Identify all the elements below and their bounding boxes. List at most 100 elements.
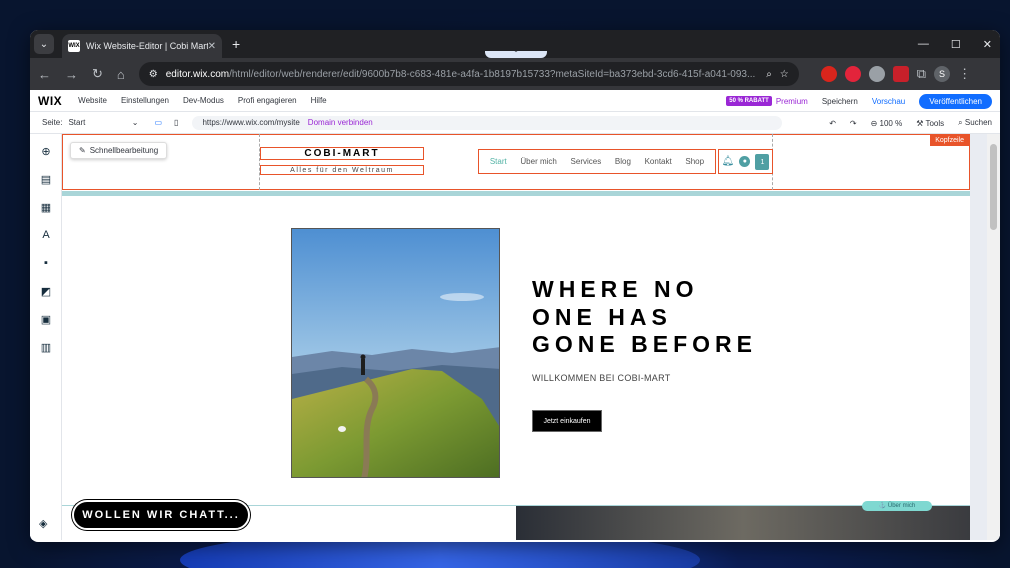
editor-area: ⊕ ▤ ▦ A ▪ ◩ ▣ ▥ ◈ Kopfzeile ✎ Schnellbea… (30, 134, 1000, 540)
add-section-icon[interactable]: ▤ (39, 172, 53, 186)
premium-link[interactable]: Premium (776, 97, 808, 106)
chat-button[interactable]: WOLLEN WIR CHATT... (72, 500, 250, 530)
menu-hilfe[interactable]: Hilfe (311, 96, 327, 105)
add-element-icon[interactable]: ⊕ (39, 144, 53, 158)
address-url: editor.wix.com/html/editor/web/renderer/… (165, 68, 756, 80)
wix-logo[interactable]: WIX (38, 94, 62, 108)
page-selector-value: Start (68, 118, 86, 127)
wix-favicon-icon: WIX (68, 40, 80, 52)
address-bar[interactable]: ⚙ editor.wix.com/html/editor/web/rendere… (138, 62, 799, 86)
grid-guide-left (259, 134, 260, 190)
about-section-image[interactable] (516, 506, 970, 540)
quick-edit-button[interactable]: ✎ Schnellbearbeitung (70, 142, 168, 159)
desktop-view-icon[interactable]: ▭ (154, 118, 162, 127)
nav-kontakt[interactable]: Kontakt (645, 157, 672, 166)
home-icon[interactable]: ⌂ (117, 67, 125, 82)
editor-tools: ↶ ↷ ⊖ 100 % ⚒ Tools ⌕ Suchen (829, 112, 992, 134)
menu-dev-modus[interactable]: Dev-Modus (183, 96, 224, 105)
mobile-view-icon[interactable]: ▯ (174, 118, 178, 127)
hero-image[interactable] (291, 228, 500, 478)
extension-icon-1[interactable] (820, 66, 837, 82)
section-anchor-tag[interactable]: ⚓ Über mich (862, 501, 932, 511)
header-badge[interactable]: Kopfzeile (930, 135, 969, 146)
hero-title-line-2: ONE HAS (532, 303, 672, 330)
close-window-icon[interactable]: ✕ (983, 38, 992, 51)
connect-domain-link[interactable]: Domain verbinden (308, 118, 373, 127)
hero-title[interactable]: WHERE NO ONE HAS GONE BEFORE (532, 276, 832, 359)
menu-einstellungen[interactable]: Einstellungen (121, 96, 169, 105)
publish-button[interactable]: Veröffentlichen (919, 93, 992, 109)
extensions-puzzle-icon[interactable]: ⧉ (917, 66, 926, 82)
bookmark-star-icon[interactable]: ☆ (780, 69, 789, 80)
bell-icon[interactable]: 🔔︎ (722, 156, 735, 167)
editor-canvas[interactable]: Kopfzeile ✎ Schnellbearbeitung COBI-MART… (62, 134, 970, 540)
profile-avatar[interactable]: S (934, 66, 951, 82)
pages-icon[interactable]: ▦ (39, 200, 53, 214)
browser-menu-icon[interactable]: ⋮ (958, 66, 971, 82)
minimize-icon[interactable]: — (918, 38, 929, 50)
hero-title-line-3: GONE BEFORE (532, 331, 757, 357)
site-info-icon[interactable]: ⚙ (149, 69, 158, 80)
tab-title: Wix Website-Editor | Cobi Mart (86, 41, 208, 51)
tools-button[interactable]: ⚒ Tools (916, 119, 944, 128)
zoom-control[interactable]: ⊖ 100 % (871, 119, 903, 128)
device-switcher: ▭ ▯ (154, 118, 178, 127)
site-url: https://www.wix.com/mysite (202, 118, 300, 127)
forward-icon[interactable]: → (65, 67, 78, 82)
menu-website[interactable]: Website (78, 96, 107, 105)
brand-tagline[interactable]: Alles für den Weltraum (260, 165, 424, 175)
header-icons: 🔔︎ ● 1 (718, 149, 773, 174)
window-controls: — ☐ ✕ (918, 30, 992, 58)
site-url-field: https://www.wix.com/mysite Domain verbin… (192, 115, 783, 130)
user-account-icon[interactable]: ● (739, 156, 751, 167)
scroll-thumb[interactable] (990, 144, 997, 230)
undo-icon[interactable]: ↶ (829, 119, 836, 128)
quick-edit-label: Schnellbearbeitung (89, 146, 159, 155)
apps-icon[interactable]: ▪ (39, 256, 53, 270)
site-navigation: Start Über mich Services Blog Kontakt Sh… (478, 149, 716, 174)
brand-name[interactable]: COBI-MART (260, 147, 424, 160)
search-button[interactable]: ⌕ Suchen (958, 118, 992, 128)
nav-blog[interactable]: Blog (615, 157, 631, 166)
new-tab-icon[interactable]: + (232, 36, 240, 52)
layers-icon[interactable]: ◈ (39, 517, 47, 530)
page-selector[interactable]: Start ⌄ (68, 118, 138, 127)
nav-start[interactable]: Start (490, 157, 507, 166)
extension-icon-4[interactable] (892, 66, 909, 82)
extensions-area: ⧉ S ⋮ (820, 66, 971, 82)
business-apps-icon[interactable]: ◩ (39, 284, 53, 298)
wix-main-menu: Website Einstellungen Dev-Modus Profi en… (78, 96, 326, 105)
back-icon[interactable]: ← (38, 67, 51, 82)
wix-top-bar: WIX Website Einstellungen Dev-Modus Prof… (30, 90, 1000, 112)
nav-services[interactable]: Services (571, 157, 602, 166)
cart-icon[interactable]: 1 (755, 153, 770, 170)
site-design-icon[interactable]: A (39, 228, 53, 242)
shop-now-button[interactable]: Jetzt einkaufen (532, 410, 602, 432)
preview-button[interactable]: Vorschau (872, 97, 905, 106)
extension-icon-2[interactable] (844, 66, 861, 82)
zoom-icon[interactable]: ⌕ (766, 69, 772, 80)
maximize-icon[interactable]: ☐ (951, 38, 961, 51)
hero-subtitle[interactable]: WILLKOMMEN BEI COBI-MART (532, 373, 671, 383)
collapse-toolbar-handle[interactable]: ⌃ (485, 51, 547, 58)
cms-icon[interactable]: ▥ (39, 340, 53, 354)
browser-tab[interactable]: WIX Wix Website-Editor | Cobi Mart ✕ (62, 34, 222, 58)
nav-ueber-mich[interactable]: Über mich (520, 157, 556, 166)
left-tool-rail: ⊕ ▤ ▦ A ▪ ◩ ▣ ▥ ◈ (30, 134, 62, 540)
mountain-photo (292, 229, 499, 477)
extension-icon-3[interactable] (868, 66, 885, 82)
nav-shop[interactable]: Shop (685, 157, 704, 166)
reload-icon[interactable]: ↻ (92, 66, 103, 82)
vertical-scrollbar[interactable] (987, 134, 1000, 540)
close-tab-icon[interactable]: ✕ (208, 41, 216, 52)
media-icon[interactable]: ▣ (39, 312, 53, 326)
menu-profi-engagieren[interactable]: Profi engagieren (238, 96, 297, 105)
redo-icon[interactable]: ↷ (850, 119, 857, 128)
tab-search-button[interactable]: ⌄ (34, 34, 54, 54)
save-button[interactable]: Speichern (822, 97, 858, 106)
wix-top-actions: 50 % RABATT Premium Speichern Vorschau V… (726, 90, 992, 112)
browser-window: ⌄ WIX Wix Website-Editor | Cobi Mart ✕ +… (30, 30, 1000, 542)
rabatt-badge[interactable]: 50 % RABATT (726, 96, 772, 106)
pencil-icon: ✎ (79, 146, 86, 155)
browser-toolbar: ← → ↻ ⌂ ⚙ editor.wix.com/html/editor/web… (30, 58, 1000, 90)
